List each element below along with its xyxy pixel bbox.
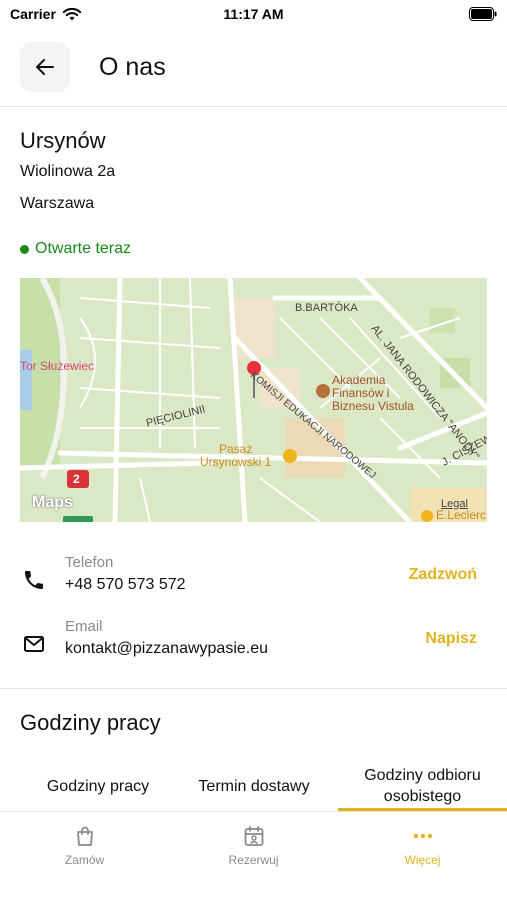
bottom-nav: Zamów Rezerwuj Więcej [0,811,507,900]
address-city: Warszawa [20,195,95,212]
contact-row-email: Email kontakt@pizzanawypasie.eu Napisz [0,618,507,674]
address-street: Wiolinowa 2a [20,163,116,180]
clock: 11:17 AM [223,6,284,22]
nav-reserve[interactable]: Rezerwuj [169,824,338,867]
status-bar: Carrier 11:17 AM [0,0,507,30]
map-label-poi: Akademia Finansów i Biznesu Vistula [332,373,414,413]
bag-icon [76,826,93,846]
nav-label: Zamów [64,853,105,867]
page-title: O nas [99,53,166,81]
contact-label: Telefon [65,554,114,571]
status-dot [20,244,29,254]
more-dots-icon [413,833,432,839]
nav-more[interactable]: Więcej [338,824,507,867]
map-label-poi: E.Leclerc [436,508,487,522]
battery-icon [469,7,497,21]
nav-label: Więcej [404,853,441,867]
call-button[interactable]: Zadzwoń [409,566,477,584]
location-name: Ursynów [20,128,106,153]
tab-delivery-time[interactable]: Termin dostawy [176,760,332,812]
hours-tabs: Godziny pracy Termin dostawy Godziny odb… [0,760,507,812]
maps-logo: Maps [32,494,73,512]
open-status: Otwarte teraz [20,240,131,258]
route-shield: 2 [73,472,80,486]
write-button[interactable]: Napisz [425,630,477,648]
map-graphic [20,278,487,522]
phone-icon [25,571,43,589]
maps-logo-text: Maps [32,494,73,511]
phone-number: +48 570 573 572 [65,576,186,593]
tab-pickup-hours[interactable]: Godziny odbioru osobistego [338,760,507,812]
divider [0,688,507,689]
email-address: kontakt@pizzanawypasie.eu [65,640,269,657]
open-status-label: Otwarte teraz [35,240,132,257]
tab-opening-hours[interactable]: Godziny pracy [20,760,176,812]
map-label-poi: Pasaż Ursynowski 1 [200,442,272,469]
map-label-poi: Tor Służewiec [20,359,95,373]
header: O nas [0,30,507,107]
arrow-left-icon [36,59,54,75]
back-button[interactable] [20,42,70,92]
nav-label: Rezerwuj [228,853,279,867]
nav-order[interactable]: Zamów [0,824,169,867]
map-label-street: B.BARTÓKA [295,302,358,314]
calendar-icon [244,826,263,846]
contact-row-phone: Telefon +48 570 573 572 Zadzwoń [0,554,507,610]
map[interactable]: B.BARTÓKA AL. JANA RODOWICZA "ANODY" Tor… [20,278,487,522]
mail-icon [24,636,44,652]
contact-label: Email [65,618,103,635]
hours-title: Godziny pracy [20,710,161,735]
